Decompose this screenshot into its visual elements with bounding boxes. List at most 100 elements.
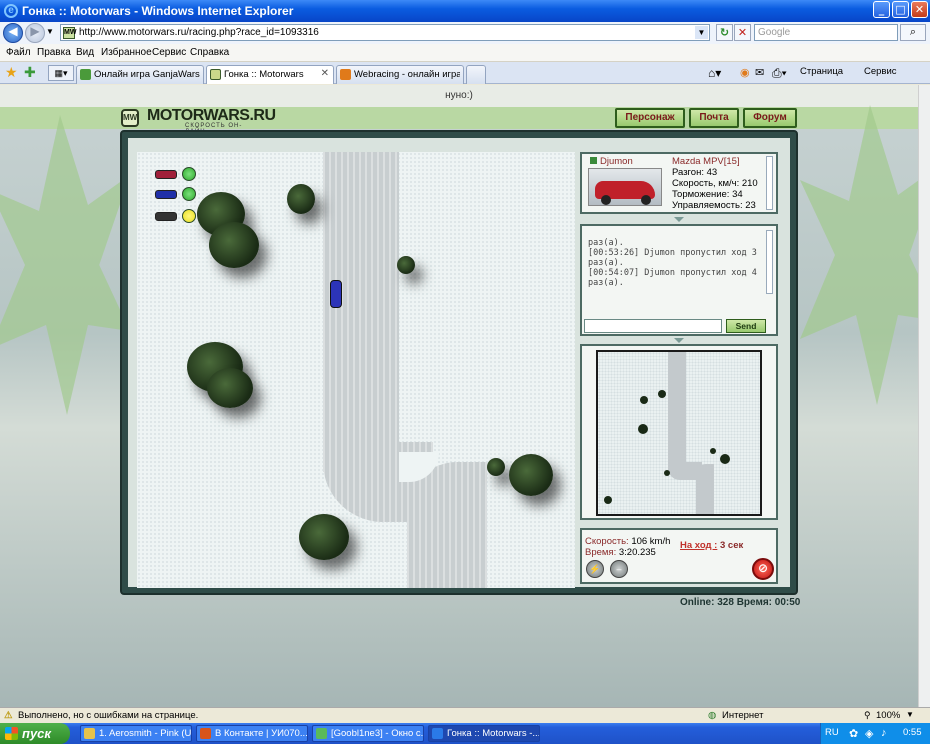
- taskbar-item-vkontakte[interactable]: В Контакте | УИ070...: [196, 725, 308, 742]
- car-wheel-shape: [601, 195, 611, 205]
- tab-label: Webracing - онлайн игра го...: [354, 69, 460, 80]
- menu-tools[interactable]: Сервис: [152, 47, 186, 58]
- game-frame: Djumon Mazda MPV[15] Разгон: 43 Скорость…: [120, 130, 798, 595]
- zoom-level[interactable]: 100%: [876, 710, 900, 721]
- footer-info: Online: 328 Время: 00:50: [680, 597, 800, 608]
- car-model: Mazda MPV[15]: [672, 156, 740, 167]
- page-menu[interactable]: Страница: [800, 66, 843, 77]
- send-button[interactable]: Send: [726, 319, 766, 333]
- menu-help[interactable]: Справка: [190, 47, 229, 58]
- warning-icon[interactable]: ⚠: [4, 710, 13, 721]
- car-info-panel: Djumon Mazda MPV[15] Разгон: 43 Скорость…: [580, 152, 778, 214]
- stop-race-icon[interactable]: ⊘: [752, 558, 774, 580]
- add-favorite-icon[interactable]: ✚: [24, 64, 36, 81]
- page-viewport: нуно:) MW MOTORWARS.RU СКОРОСТЬ ОН-ЛАЙН …: [0, 85, 918, 707]
- search-icon[interactable]: ⌕: [900, 24, 926, 41]
- status-bar: ⚠ Выполнено, но с ошибками на странице. …: [0, 707, 930, 723]
- taskbar-item-motorwars[interactable]: Гонка :: Motorwars -...: [428, 725, 540, 742]
- tray-app-icon[interactable]: ✿: [849, 727, 858, 740]
- turn-label: На ход :: [680, 540, 718, 551]
- minimap-road: [668, 352, 686, 472]
- minimap-tree: [640, 396, 648, 404]
- tab-label: Гонка :: Motorwars: [224, 69, 304, 80]
- ie-logo-icon: e: [4, 4, 18, 18]
- forward-button[interactable]: ▶: [25, 23, 45, 43]
- print-icon[interactable]: ⎙▾: [772, 66, 787, 81]
- collapse-arrow-icon[interactable]: [674, 338, 684, 343]
- chat-line: [00:53:26] Djumon пропустил ход 3: [588, 248, 757, 258]
- close-window-button[interactable]: ✕: [911, 1, 928, 18]
- system-tray: RU ✿ ◈ ♪ 0:55: [820, 723, 930, 744]
- read-mail-icon[interactable]: ✉: [755, 66, 764, 79]
- player2-status-light: [182, 187, 196, 201]
- tree: [287, 184, 315, 214]
- tray-network-icon[interactable]: ◈: [865, 727, 873, 740]
- top-strip: нуно:): [0, 85, 918, 107]
- task-label: В Контакте | УИ070...: [215, 728, 308, 739]
- favorites-star-icon[interactable]: ★: [5, 64, 18, 81]
- time-row: Время: 3:20.235: [585, 547, 656, 558]
- minimap[interactable]: [596, 350, 762, 516]
- zoom-icon[interactable]: ⚲: [864, 710, 871, 721]
- taskbar-item-chat[interactable]: [Goobl1ne3] - Окно с...: [312, 725, 424, 742]
- security-zone: Интернет: [722, 710, 764, 721]
- tab-motorwars[interactable]: Гонка :: Motorwars ✕: [206, 65, 334, 84]
- nav-character-button[interactable]: Персонаж: [615, 108, 685, 128]
- language-indicator[interactable]: RU: [825, 727, 839, 738]
- home-icon[interactable]: ⌂▾: [708, 66, 721, 80]
- stop-button[interactable]: ✕: [734, 24, 751, 41]
- minimap-tree: [638, 424, 648, 434]
- firefox-icon: [200, 728, 211, 739]
- task-label: [Goobl1ne3] - Окно с...: [331, 728, 424, 739]
- minimize-button[interactable]: _: [873, 1, 890, 18]
- tab-label: Онлайн игра GanjaWars.Ru ...: [94, 69, 200, 80]
- chat-input[interactable]: [584, 319, 722, 333]
- nav-mail-button[interactable]: Почта: [689, 108, 739, 128]
- start-label: пуск: [22, 726, 51, 741]
- refresh-button[interactable]: ↻: [716, 24, 733, 41]
- chat-line: раз(а).: [588, 238, 624, 248]
- feeds-icon[interactable]: ◉: [740, 66, 750, 79]
- history-dropdown-icon[interactable]: ▼: [46, 27, 54, 36]
- search-input[interactable]: Google: [754, 24, 898, 41]
- nitro-icon[interactable]: ⚡: [586, 560, 604, 578]
- url-text: http://www.motorwars.ru/racing.php?race_…: [79, 27, 319, 38]
- chat-line: раз(а).: [588, 258, 624, 268]
- race-status-panel: Скорость: 106 km/h Время: 3:20.235 На хо…: [580, 528, 778, 584]
- url-field[interactable]: MW http://www.motorwars.ru/racing.php?ra…: [60, 24, 710, 41]
- collapse-arrow-icon[interactable]: [674, 217, 684, 222]
- top-message: нуно:): [445, 90, 473, 101]
- tab-ganjawars[interactable]: Онлайн игра GanjaWars.Ru ...: [76, 65, 204, 84]
- windows-taskbar: пуск 1. Aerosmith - Pink (U... В Контакт…: [0, 723, 930, 744]
- quick-tabs-icon[interactable]: ▦▾: [48, 65, 74, 81]
- zoom-dropdown-icon[interactable]: ▼: [906, 710, 914, 719]
- decor-leaf: [0, 115, 130, 415]
- menu-edit[interactable]: Правка: [37, 47, 71, 58]
- tab-webracing[interactable]: Webracing - онлайн игра го...: [336, 65, 464, 84]
- menu-view[interactable]: Вид: [76, 47, 94, 58]
- stat-handling: Управляемость: 23: [672, 200, 756, 211]
- menu-file[interactable]: Файл: [6, 47, 31, 58]
- site-logo[interactable]: MW MOTORWARS.RU СКОРОСТЬ ОН-ЛАЙН: [121, 107, 276, 135]
- status-message[interactable]: Выполнено, но с ошибками на странице.: [18, 710, 198, 721]
- maximize-button[interactable]: □: [892, 1, 909, 18]
- tray-volume-icon[interactable]: ♪: [881, 727, 887, 739]
- chat-scrollbar[interactable]: [766, 230, 773, 294]
- player-name[interactable]: Djumon: [590, 156, 633, 167]
- url-dropdown-icon[interactable]: ▼: [695, 26, 708, 39]
- menu-favorites[interactable]: Избранное: [101, 47, 152, 58]
- info-scrollbar[interactable]: [766, 156, 773, 210]
- taskbar-item-aerosmith[interactable]: 1. Aerosmith - Pink (U...: [80, 725, 192, 742]
- back-button[interactable]: ◀: [3, 23, 23, 43]
- nav-forum-button[interactable]: Форум: [743, 108, 797, 128]
- close-tab-icon[interactable]: ✕: [321, 68, 329, 79]
- brake-icon[interactable]: –: [610, 560, 628, 578]
- page-scrollbar[interactable]: [918, 85, 930, 707]
- windows-flag-icon: [5, 727, 18, 740]
- player2-car-icon: [155, 190, 177, 199]
- tools-menu[interactable]: Сервис: [864, 66, 897, 77]
- start-button[interactable]: пуск: [0, 723, 70, 744]
- new-tab-button[interactable]: [466, 65, 486, 84]
- race-track[interactable]: [137, 152, 575, 588]
- chat-line: раз(а).: [588, 278, 624, 288]
